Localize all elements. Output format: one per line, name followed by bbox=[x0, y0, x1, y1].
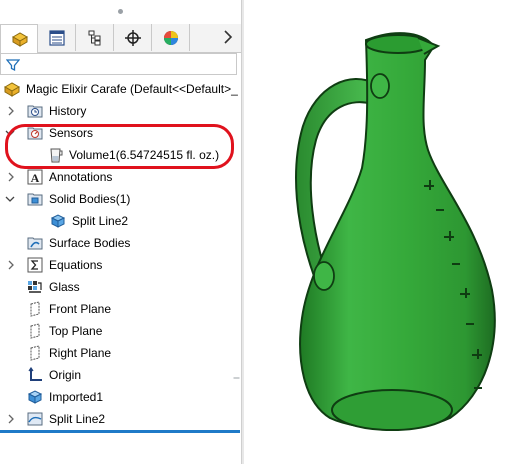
plane-icon bbox=[30, 345, 40, 361]
split-line-icon bbox=[27, 412, 43, 426]
tree-item-label: Surface Bodies bbox=[49, 236, 131, 250]
solid-body-icon bbox=[50, 214, 66, 228]
tree-item-imported[interactable]: Imported1 bbox=[0, 387, 241, 407]
imported-feature-icon bbox=[27, 390, 43, 404]
sensor-highlight-outline bbox=[5, 124, 234, 169]
tree-item-label: Origin bbox=[49, 368, 82, 382]
tree-item-label: Imported1 bbox=[49, 390, 104, 404]
tree-root-label: Magic Elixir Carafe (Default<<Default>_ bbox=[26, 82, 238, 96]
feature-manager-panel: Magic Elixir Carafe (Default<<Default>_ … bbox=[0, 0, 241, 464]
solid-bodies-folder-icon bbox=[27, 193, 43, 206]
tree-item-label: Equations bbox=[49, 258, 103, 272]
tree-item-label: History bbox=[49, 104, 87, 118]
tree-item-label: Glass bbox=[49, 280, 80, 294]
annotations-icon: A bbox=[27, 169, 43, 185]
expand-arrow-icon[interactable] bbox=[6, 106, 16, 116]
tree-item-label: Right Plane bbox=[49, 346, 112, 360]
filter-icon[interactable] bbox=[6, 58, 20, 72]
plane-icon bbox=[30, 323, 40, 339]
tree-item-annotations[interactable]: A Annotations bbox=[0, 167, 241, 187]
tree-item-front-plane[interactable]: Front Plane bbox=[0, 299, 241, 319]
tree-item-history[interactable]: History bbox=[0, 101, 241, 121]
panel-grip-handle[interactable] bbox=[118, 9, 123, 14]
display-manager-icon bbox=[164, 31, 178, 45]
svg-text:A: A bbox=[31, 171, 40, 185]
dimxpert-icon bbox=[125, 30, 141, 46]
history-icon bbox=[27, 105, 43, 118]
tree-item-solid-bodies[interactable]: Solid Bodies(1) bbox=[0, 189, 241, 209]
tree-item-surface-bodies[interactable]: Surface Bodies bbox=[0, 233, 241, 253]
chevron-right-icon[interactable] bbox=[222, 29, 234, 45]
tab-property-manager[interactable] bbox=[38, 24, 76, 51]
tree-item-top-plane[interactable]: Top Plane bbox=[0, 321, 241, 341]
scroll-handle-icon[interactable] bbox=[233, 375, 240, 381]
tab-feature-manager[interactable] bbox=[0, 24, 38, 53]
expand-arrow-icon[interactable] bbox=[6, 260, 16, 270]
tree-item-label: Solid Bodies(1) bbox=[49, 192, 131, 206]
tree-item-label: Split Line2 bbox=[72, 214, 129, 228]
tab-configuration-manager[interactable] bbox=[76, 24, 114, 51]
tree-item-equations[interactable]: Equations bbox=[0, 255, 241, 275]
tree-item-label: Front Plane bbox=[49, 302, 112, 316]
tree-item-label: Split Line2 bbox=[49, 412, 106, 426]
tab-dimxpert-manager[interactable] bbox=[114, 24, 152, 51]
tree-filter-bar[interactable] bbox=[0, 53, 237, 75]
equations-icon bbox=[27, 257, 43, 273]
tree-item-split-line-feature[interactable]: Split Line2 bbox=[0, 409, 241, 429]
manager-tab-bar bbox=[0, 24, 241, 53]
tree-item-origin[interactable]: Origin bbox=[0, 365, 241, 385]
tab-display-manager[interactable] bbox=[152, 24, 190, 51]
tree-item-material[interactable]: Glass bbox=[0, 277, 241, 297]
carafe-model-icon[interactable] bbox=[244, 0, 524, 464]
surface-bodies-folder-icon bbox=[27, 237, 43, 250]
plane-icon bbox=[30, 301, 40, 317]
tree-item-right-plane[interactable]: Right Plane bbox=[0, 343, 241, 363]
material-icon bbox=[28, 281, 42, 293]
configuration-manager-icon bbox=[88, 30, 101, 46]
feature-manager-icon bbox=[11, 32, 29, 47]
graphics-viewport[interactable] bbox=[244, 0, 524, 464]
property-manager-icon bbox=[49, 30, 65, 46]
expand-arrow-icon[interactable] bbox=[6, 414, 16, 424]
part-icon bbox=[4, 82, 20, 97]
origin-icon bbox=[28, 367, 42, 381]
tree-item-label: Top Plane bbox=[49, 324, 103, 338]
rollback-bar[interactable] bbox=[0, 430, 240, 433]
tree-item-label: Annotations bbox=[49, 170, 113, 184]
tree-root-item[interactable]: Magic Elixir Carafe (Default<<Default>_ bbox=[0, 79, 241, 99]
expand-arrow-icon[interactable] bbox=[6, 172, 16, 182]
collapse-arrow-icon[interactable] bbox=[5, 194, 15, 204]
tree-item-body-split-line[interactable]: Split Line2 bbox=[0, 211, 241, 231]
